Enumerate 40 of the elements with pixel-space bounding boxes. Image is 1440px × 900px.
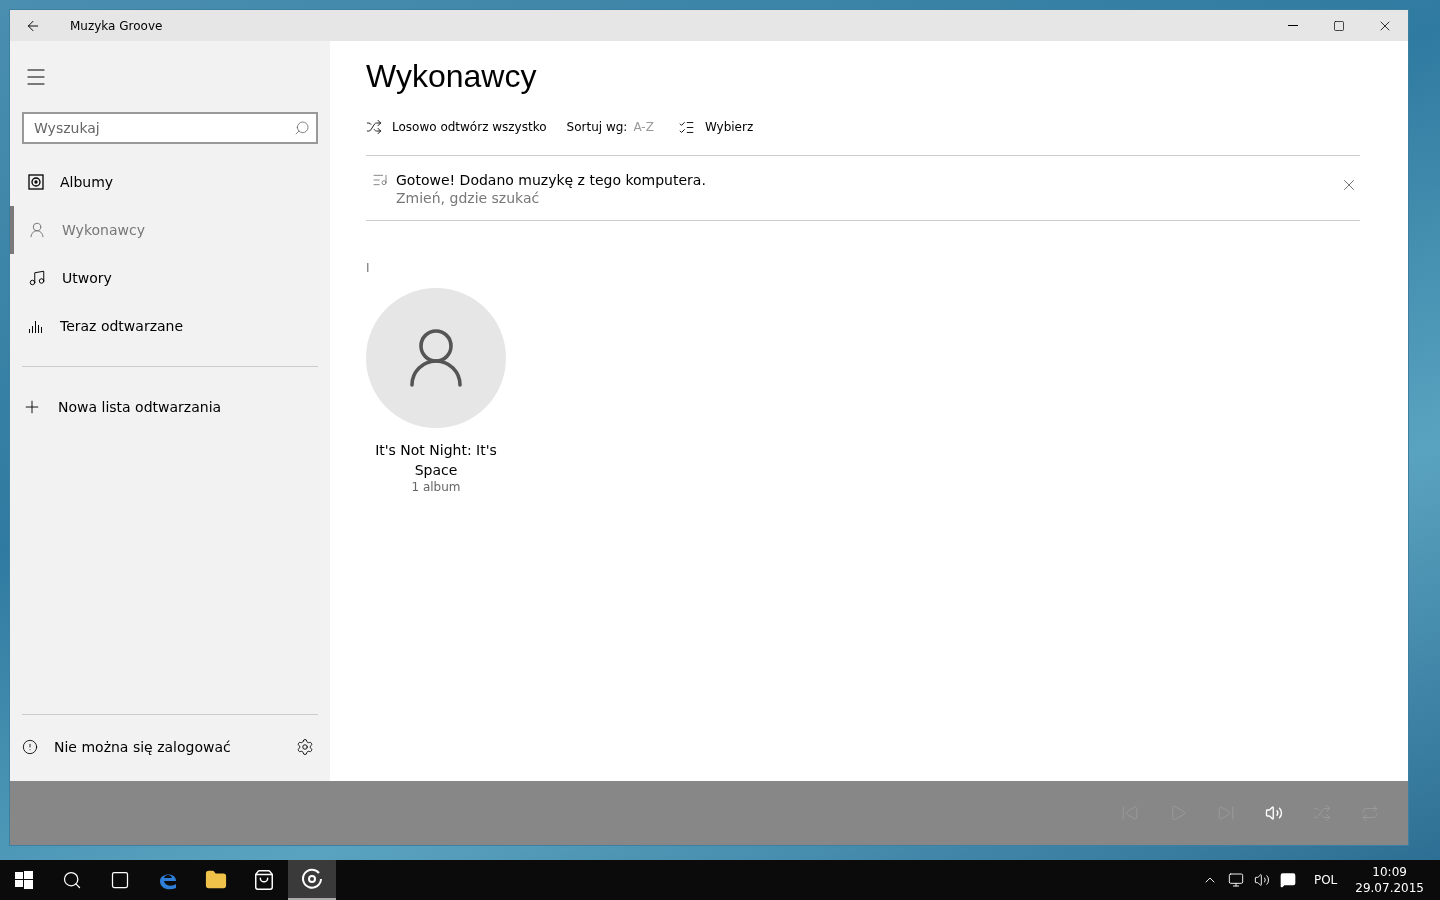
maximize-icon	[1333, 19, 1345, 32]
sort-button[interactable]: Sortuj wg: A-Z	[566, 120, 654, 134]
search-icon	[62, 870, 82, 890]
shopping-bag-icon	[253, 869, 275, 891]
shuffle-all-button[interactable]: Losowo odtwórz wszystko	[366, 119, 547, 135]
shuffle-icon	[366, 119, 382, 135]
person-icon	[28, 221, 46, 239]
nav-item[interactable]: Utwory	[10, 254, 318, 302]
nav-item[interactable]: Wykonawcy	[10, 206, 318, 254]
task-view-icon	[110, 870, 130, 890]
sign-in-status: Nie można się zalogować	[54, 739, 232, 755]
equalizer-icon	[28, 318, 44, 334]
new-playlist-button[interactable]: Nowa lista odtwarzania	[22, 383, 318, 431]
select-button[interactable]: Wybierz	[677, 118, 754, 136]
change-location-link[interactable]: Zmień, gdzie szukać	[396, 190, 1332, 206]
language-indicator[interactable]: POL	[1313, 873, 1338, 887]
playlist-icon	[372, 172, 388, 188]
search-icon[interactable]	[294, 120, 310, 136]
album-icon	[28, 174, 44, 190]
album-count: 1 album	[411, 480, 461, 494]
volume-icon[interactable]	[1253, 872, 1270, 888]
alert-icon	[22, 739, 38, 755]
folder-icon	[205, 869, 227, 891]
window-title: Muzyka Groove	[70, 18, 164, 33]
network-icon[interactable]	[1227, 872, 1244, 888]
taskbar-app[interactable]	[288, 860, 336, 900]
page-title: Wykonawcy	[366, 58, 538, 95]
disc-icon	[301, 868, 323, 890]
artist-name[interactable]: It's Not Night: It's Space	[366, 440, 506, 480]
music-note-icon	[28, 269, 46, 287]
notification-icon[interactable]	[1279, 872, 1296, 888]
search-field[interactable]: Wyszukaj	[22, 112, 318, 144]
notification-message: Gotowe! Dodano muzykę z tego komputera.	[396, 172, 707, 188]
clock[interactable]: 10:09 29.07.2015	[1355, 864, 1424, 896]
nav-item[interactable]: Albumy	[10, 158, 318, 206]
windows-logo-icon	[15, 871, 33, 889]
nav-item[interactable]: Teraz odtwarzane	[10, 302, 318, 350]
minimize-icon	[1288, 25, 1298, 26]
settings-icon[interactable]	[296, 738, 314, 756]
group-letter: I	[366, 261, 370, 275]
